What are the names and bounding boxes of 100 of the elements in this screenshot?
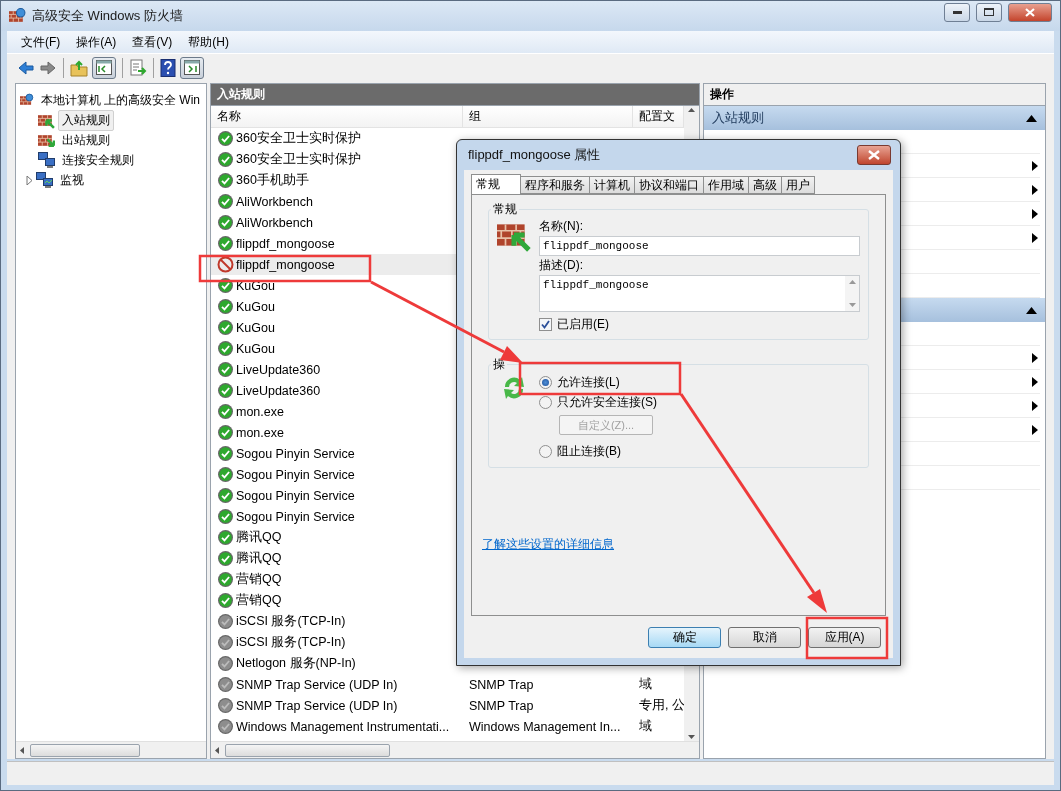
folder-up-icon[interactable] (70, 58, 88, 77)
submenu-arrow-icon[interactable] (1032, 232, 1038, 243)
field-label: 描述(D): (539, 257, 584, 274)
tree-item[interactable]: 本地计算机 上的高级安全 Win (36, 89, 204, 111)
collapse-icon[interactable] (1026, 114, 1037, 122)
menu-item[interactable]: 帮助(H) (182, 31, 235, 53)
tab[interactable]: 用户 (781, 176, 815, 194)
table-cell: Windows Management Instrumentati... (236, 719, 450, 734)
table-cell-text: 专用, 公 (638, 697, 684, 714)
tab[interactable]: 常规 (471, 174, 521, 194)
radio-button[interactable] (539, 445, 552, 458)
minimize-button[interactable] (944, 2, 970, 22)
pane-title: 操作 (704, 84, 1045, 106)
table-cell: iSCSI 服务(TCP-In) (236, 634, 346, 651)
table-cell: LiveUpdate360 (236, 383, 321, 398)
tab[interactable]: 高级 (748, 176, 782, 194)
table-cell: 360安全卫士实时保护 (236, 151, 361, 168)
section-header[interactable]: 入站规则 (704, 106, 1045, 130)
expand-icon[interactable] (26, 175, 33, 185)
column-header[interactable]: 组 (463, 106, 633, 127)
table-cell: SNMP Trap Service (UDP In) (236, 677, 398, 692)
table-cell-text: 域 (638, 676, 653, 693)
maximize-button[interactable] (976, 2, 1002, 22)
menu-item[interactable]: 查看(V) (126, 31, 179, 53)
checkbox-label: 已启用(E) (557, 316, 609, 333)
scrollbar-thumb[interactable] (225, 743, 390, 757)
computers-icon (38, 152, 55, 168)
submenu-arrow-icon[interactable] (1032, 160, 1038, 171)
table-cell: 360安全卫士实时保护 (236, 130, 361, 147)
table-cell: 营销QQ (236, 592, 282, 609)
submenu-arrow-icon[interactable] (1032, 376, 1038, 387)
tree-item[interactable]: 入站规则 (58, 109, 114, 131)
tree-item[interactable]: 监视 (56, 169, 88, 191)
table-cell: Sogou Pinyin Service (236, 446, 355, 461)
table-cell: AliWorkbench (236, 215, 313, 230)
export-list-icon[interactable] (129, 58, 147, 77)
submenu-arrow-icon[interactable] (1032, 424, 1038, 435)
scroll-left-icon[interactable] (20, 746, 24, 754)
collapse-icon[interactable] (1026, 306, 1037, 314)
table-cell: Sogou Pinyin Service (236, 509, 355, 524)
column-header[interactable]: 配置文 (633, 106, 684, 127)
column-header[interactable]: 名称 (211, 106, 463, 127)
table-cell: 腾讯QQ (236, 550, 282, 567)
submenu-arrow-icon[interactable] (1032, 400, 1038, 411)
show-tree-button[interactable] (92, 56, 116, 79)
show-action-pane-button[interactable] (180, 56, 204, 79)
name-field[interactable]: flippdf_mongoose (539, 236, 860, 256)
menu-item[interactable]: 文件(F) (15, 31, 67, 53)
window-title: 高级安全 Windows 防火墙 (32, 7, 184, 25)
submenu-arrow-icon[interactable] (1032, 208, 1038, 219)
table-cell: KuGou (236, 341, 275, 356)
table-cell: Sogou Pinyin Service (236, 488, 355, 503)
help-icon[interactable] (160, 58, 176, 77)
table-cell: Sogou Pinyin Service (236, 467, 355, 482)
table-cell: LiveUpdate360 (236, 362, 321, 377)
submenu-arrow-icon[interactable] (1032, 352, 1038, 363)
maximize-icon (984, 8, 994, 16)
tab[interactable]: 计算机 (589, 176, 635, 194)
scroll-down-icon[interactable] (688, 735, 695, 739)
table-cell-text: SNMP Trap (468, 677, 535, 692)
enabled-checkbox[interactable] (539, 318, 552, 331)
table-cell-text: Windows Management In... (468, 719, 622, 734)
section-title: 入站规则 (712, 109, 764, 127)
firewall-icon (9, 7, 26, 25)
table-cell: 营销QQ (236, 571, 282, 588)
scroll-left-icon[interactable] (215, 746, 219, 754)
table-cell-text: SNMP Trap (468, 698, 535, 713)
table-cell: AliWorkbench (236, 194, 313, 209)
dialog-title: flippdf_mongoose 属性 (468, 146, 601, 164)
tree-item[interactable]: 出站规则 (58, 129, 114, 151)
table-cell: KuGou (236, 299, 275, 314)
tree-item[interactable]: 连接安全规则 (58, 149, 138, 171)
table-cell: mon.exe (236, 425, 284, 440)
dialog-button[interactable]: 取消 (728, 626, 801, 648)
table-cell-text: 域 (638, 718, 653, 735)
scrollbar-thumb[interactable] (30, 743, 140, 757)
tab[interactable]: 作用域 (703, 176, 749, 194)
close-icon (1025, 7, 1035, 17)
minimize-icon (952, 10, 962, 14)
dialog-button[interactable]: 确定 (648, 626, 721, 648)
menu-item[interactable]: 操作(A) (70, 31, 123, 53)
pane-title: 入站规则 (211, 84, 699, 106)
radio-label: 阻止连接(B) (557, 443, 621, 460)
tab[interactable]: 协议和端口 (634, 176, 704, 194)
table-cell: mon.exe (236, 404, 284, 419)
close-button[interactable] (1008, 2, 1052, 22)
submenu-arrow-icon[interactable] (1032, 184, 1038, 195)
table-cell: flippdf_mongoose (236, 236, 335, 251)
radio-button[interactable] (539, 396, 552, 409)
tab[interactable]: 程序和服务 (520, 176, 590, 194)
close-icon (868, 150, 880, 160)
table-cell: Netlogon 服务(NP-In) (236, 655, 356, 672)
table-cell: SNMP Trap Service (UDP In) (236, 698, 398, 713)
radio-button[interactable] (539, 376, 552, 389)
back-arrow-icon[interactable] (17, 58, 35, 77)
scroll-up-icon[interactable] (688, 108, 695, 112)
table-cell: KuGou (236, 320, 275, 335)
dialog-button[interactable]: 应用(A) (808, 626, 881, 648)
field-label: 名称(N): (539, 218, 584, 235)
close-button[interactable] (857, 145, 891, 165)
